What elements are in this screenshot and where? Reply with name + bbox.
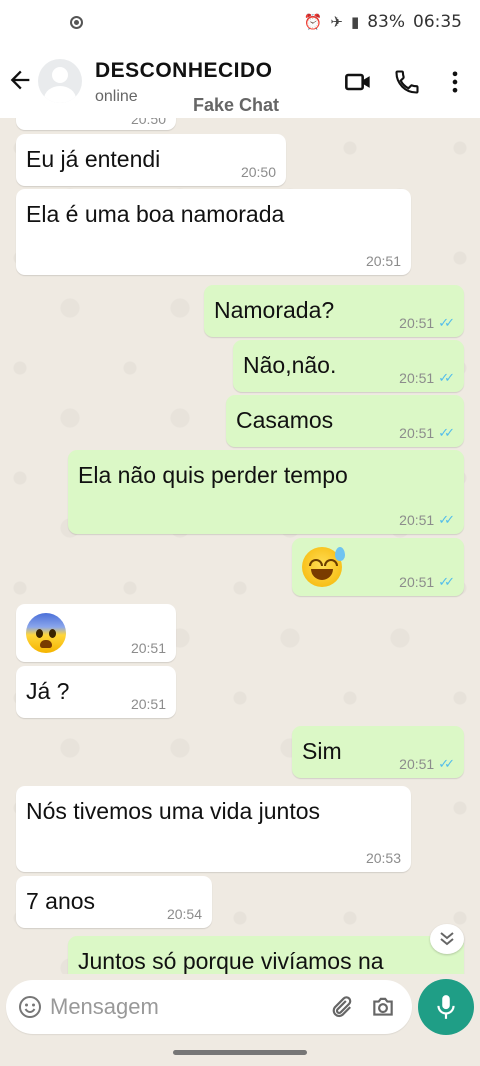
message-incoming[interactable]: Já ? 20:51 xyxy=(16,666,176,718)
message-outgoing[interactable]: Namorada? 20:51 ✓✓ xyxy=(204,285,464,337)
status-right: ⏰ ✈ ▮ 83% 06:35 xyxy=(304,12,462,32)
emoji-eye xyxy=(309,559,323,566)
message-incoming-emoji[interactable]: 20:51 xyxy=(16,604,176,662)
message-time: 20:50 xyxy=(240,164,276,180)
message-text: Ela não quis perder tempo xyxy=(78,462,348,488)
message-time: 20:50 xyxy=(130,118,166,127)
microphone-icon xyxy=(437,995,455,1019)
anxious-face-with-sweat-icon xyxy=(26,613,66,653)
alarm-icon: ⏰ xyxy=(303,13,323,31)
read-receipt-icon: ✓✓ xyxy=(438,370,455,385)
presence-status: online xyxy=(95,88,138,105)
battery-percentage: 83% xyxy=(367,12,405,32)
message-time: 20:51 ✓✓ xyxy=(399,512,455,528)
read-receipt-icon: ✓✓ xyxy=(438,574,455,589)
camera-icon[interactable] xyxy=(370,994,396,1020)
emoji-eye xyxy=(324,559,338,566)
read-receipt-icon: ✓✓ xyxy=(438,315,455,330)
avatar[interactable] xyxy=(38,59,82,103)
message-text: Ela é uma boa namorada xyxy=(26,201,285,227)
message-time: 20:51 ✓✓ xyxy=(399,574,455,590)
phone-icon[interactable] xyxy=(393,68,421,96)
message-incoming[interactable]: Nós tivemos uma vida juntos 20:53 xyxy=(16,786,411,872)
message-input-placeholder: Mensagem xyxy=(50,994,159,1019)
attachment-icon[interactable] xyxy=(328,994,354,1020)
message-input[interactable]: Mensagem xyxy=(6,980,412,1034)
message-time: 20:51 ✓✓ xyxy=(399,370,455,386)
emoji-eye xyxy=(36,629,43,638)
message-time: 20:51 ✓✓ xyxy=(399,756,455,772)
message-outgoing[interactable]: Ela não quis perder tempo 20:51 ✓✓ xyxy=(68,450,464,534)
emoji-eye xyxy=(49,629,56,638)
gesture-nav-bar[interactable] xyxy=(173,1050,307,1055)
emoji-icon[interactable] xyxy=(18,995,42,1019)
emoji-mouth xyxy=(311,569,333,580)
avatar-body xyxy=(44,86,76,103)
status-bar: ⏰ ✈ ▮ 83% 06:35 xyxy=(0,0,480,48)
chat-header: DESCONHECIDO online Fake Chat xyxy=(0,48,480,119)
more-vert-icon[interactable] xyxy=(441,68,469,96)
message-text: Nós tivemos uma vida juntos xyxy=(26,798,321,824)
battery-icon: ▮ xyxy=(350,13,360,31)
message-text: Eu já entendi xyxy=(26,146,161,172)
read-receipt-icon: ✓✓ xyxy=(438,512,455,527)
location-icon xyxy=(70,16,83,29)
video-call-icon[interactable] xyxy=(344,68,372,96)
airplane-mode-icon: ✈ xyxy=(330,13,343,31)
message-time: 20:51 ✓✓ xyxy=(399,425,455,441)
message-time: 20:51 xyxy=(130,696,166,712)
message-outgoing[interactable]: Casamos 20:51 ✓✓ xyxy=(226,395,464,447)
contact-name[interactable]: DESCONHECIDO xyxy=(95,59,273,83)
message-text: Juntos só porque vivíamos na xyxy=(78,948,384,974)
grinning-face-with-sweat-icon xyxy=(302,547,345,587)
scroll-to-bottom-button[interactable] xyxy=(430,924,464,954)
message-incoming[interactable]: Ela é uma boa namorada 20:51 xyxy=(16,189,411,275)
message-time: 20:51 ✓✓ xyxy=(399,315,455,331)
clock: 06:35 xyxy=(413,12,462,32)
emoji-mouth xyxy=(40,640,52,648)
message-outgoing-emoji[interactable]: 20:51 ✓✓ xyxy=(292,538,464,596)
message-outgoing[interactable]: Não,não. 20:51 ✓✓ xyxy=(233,340,464,392)
message-incoming[interactable]: 7 anos 20:54 xyxy=(16,876,212,928)
read-receipt-icon: ✓✓ xyxy=(438,756,455,771)
message-time: 20:51 xyxy=(365,253,401,269)
watermark: Fake Chat xyxy=(193,95,280,115)
read-receipt-icon: ✓✓ xyxy=(438,425,455,440)
message-time: 20:54 xyxy=(166,906,202,922)
back-arrow-icon[interactable] xyxy=(6,66,34,94)
emoji-sweat-drop xyxy=(335,547,345,561)
chat-area[interactable]: 20:50 Eu já entendi 20:50 Ela é uma boa … xyxy=(0,118,480,974)
avatar-head xyxy=(52,67,68,83)
message-outgoing-partial[interactable]: Juntos só porque vivíamos na xyxy=(68,936,464,974)
message-incoming[interactable]: Eu já entendi 20:50 xyxy=(16,134,286,186)
message-time: 20:53 xyxy=(365,850,401,866)
double-chevron-down-icon xyxy=(440,932,454,946)
message-outgoing[interactable]: Sim 20:51 ✓✓ xyxy=(292,726,464,778)
message-time: 20:51 xyxy=(130,640,166,656)
message-partial-top[interactable]: 20:50 xyxy=(16,118,176,130)
voice-record-button[interactable] xyxy=(418,979,474,1035)
